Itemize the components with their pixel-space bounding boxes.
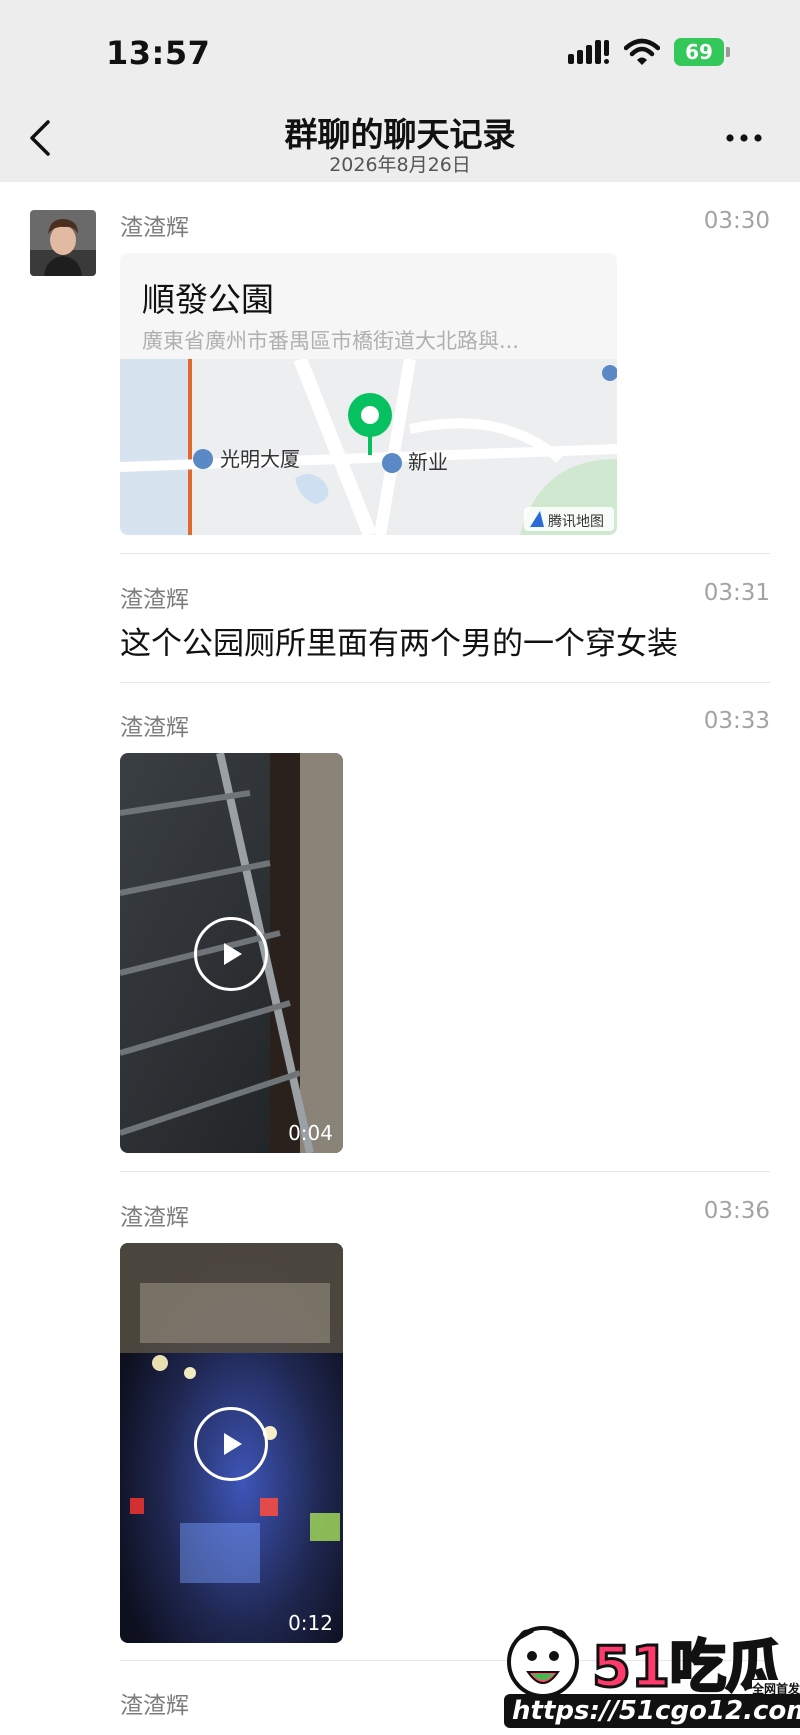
avatar[interactable] — [30, 210, 96, 276]
location-card[interactable]: 順發公園 廣東省廣州市番禺區市橋街道大北路與... 光明大厦 新业 腾讯地图 — [120, 253, 617, 535]
status-icons: 69 — [568, 38, 730, 66]
location-address: 廣東省廣州市番禺區市橋街道大北路與... — [142, 329, 520, 353]
battery-level: 69 — [674, 38, 724, 66]
video-thumbnail[interactable]: 0:12 — [120, 1243, 343, 1643]
battery-icon: 69 — [674, 38, 730, 66]
location-map: 光明大厦 新业 腾讯地图 — [120, 359, 617, 535]
play-icon[interactable] — [194, 917, 268, 991]
video-duration: 0:12 — [288, 1611, 333, 1635]
message-body: 这个公园厕所里面有两个男的一个穿女装 — [120, 626, 678, 662]
message-time: 03:36 — [703, 1198, 770, 1224]
message-sender: 渣渣辉 — [120, 715, 189, 741]
message-video: 渣渣辉 03:33 0:04 — [120, 708, 770, 1158]
message-video: 渣渣辉 03:36 0:12 — [120, 1198, 770, 1648]
top-bar: 13:57 69 群聊的聊天记录 2026年8月26日 — [0, 0, 800, 182]
chat-history-page: 13:57 69 群聊的聊天记录 2026年8月26日 渣渣辉 03:30 順發… — [0, 0, 800, 1735]
more-dots-icon[interactable] — [724, 126, 764, 150]
map-provider: 腾讯地图 — [548, 513, 604, 530]
message-sender: 渣渣辉 — [120, 215, 189, 241]
signal-icon — [568, 40, 609, 64]
map-label: 新业 — [408, 450, 448, 474]
watermark: 51吃瓜 全网首发 https://51cgo12.com — [500, 1616, 800, 1735]
message-sender: 渣渣辉 — [120, 587, 189, 613]
page-subtitle-date: 2026年8月26日 — [329, 154, 471, 176]
map-label: 光明大厦 — [220, 447, 300, 471]
message-location: 渣渣辉 03:30 順發公園 廣東省廣州市番禺區市橋街道大北路與... 光明大厦… — [120, 208, 770, 538]
message-time: 03:33 — [703, 708, 770, 734]
divider — [120, 682, 770, 683]
play-icon[interactable] — [194, 1407, 268, 1481]
status-time: 13:57 — [106, 34, 211, 72]
page-title: 群聊的聊天记录 — [284, 115, 516, 154]
message-time: 03:30 — [703, 208, 770, 234]
message-sender: 渣渣辉 — [120, 1693, 189, 1719]
divider — [120, 1171, 770, 1172]
mascot-icon — [507, 1626, 579, 1698]
message-sender: 渣渣辉 — [120, 1205, 189, 1231]
message-time: 03:31 — [703, 580, 770, 606]
video-duration: 0:04 — [288, 1121, 333, 1145]
message-text: 渣渣辉 03:31 这个公园厕所里面有两个男的一个穿女装 — [120, 580, 770, 680]
divider — [120, 553, 770, 554]
video-thumbnail[interactable]: 0:04 — [120, 753, 343, 1153]
wifi-icon — [624, 38, 660, 65]
location-name: 順發公園 — [142, 280, 274, 319]
watermark-url: https://51cgo12.com — [504, 1694, 800, 1728]
